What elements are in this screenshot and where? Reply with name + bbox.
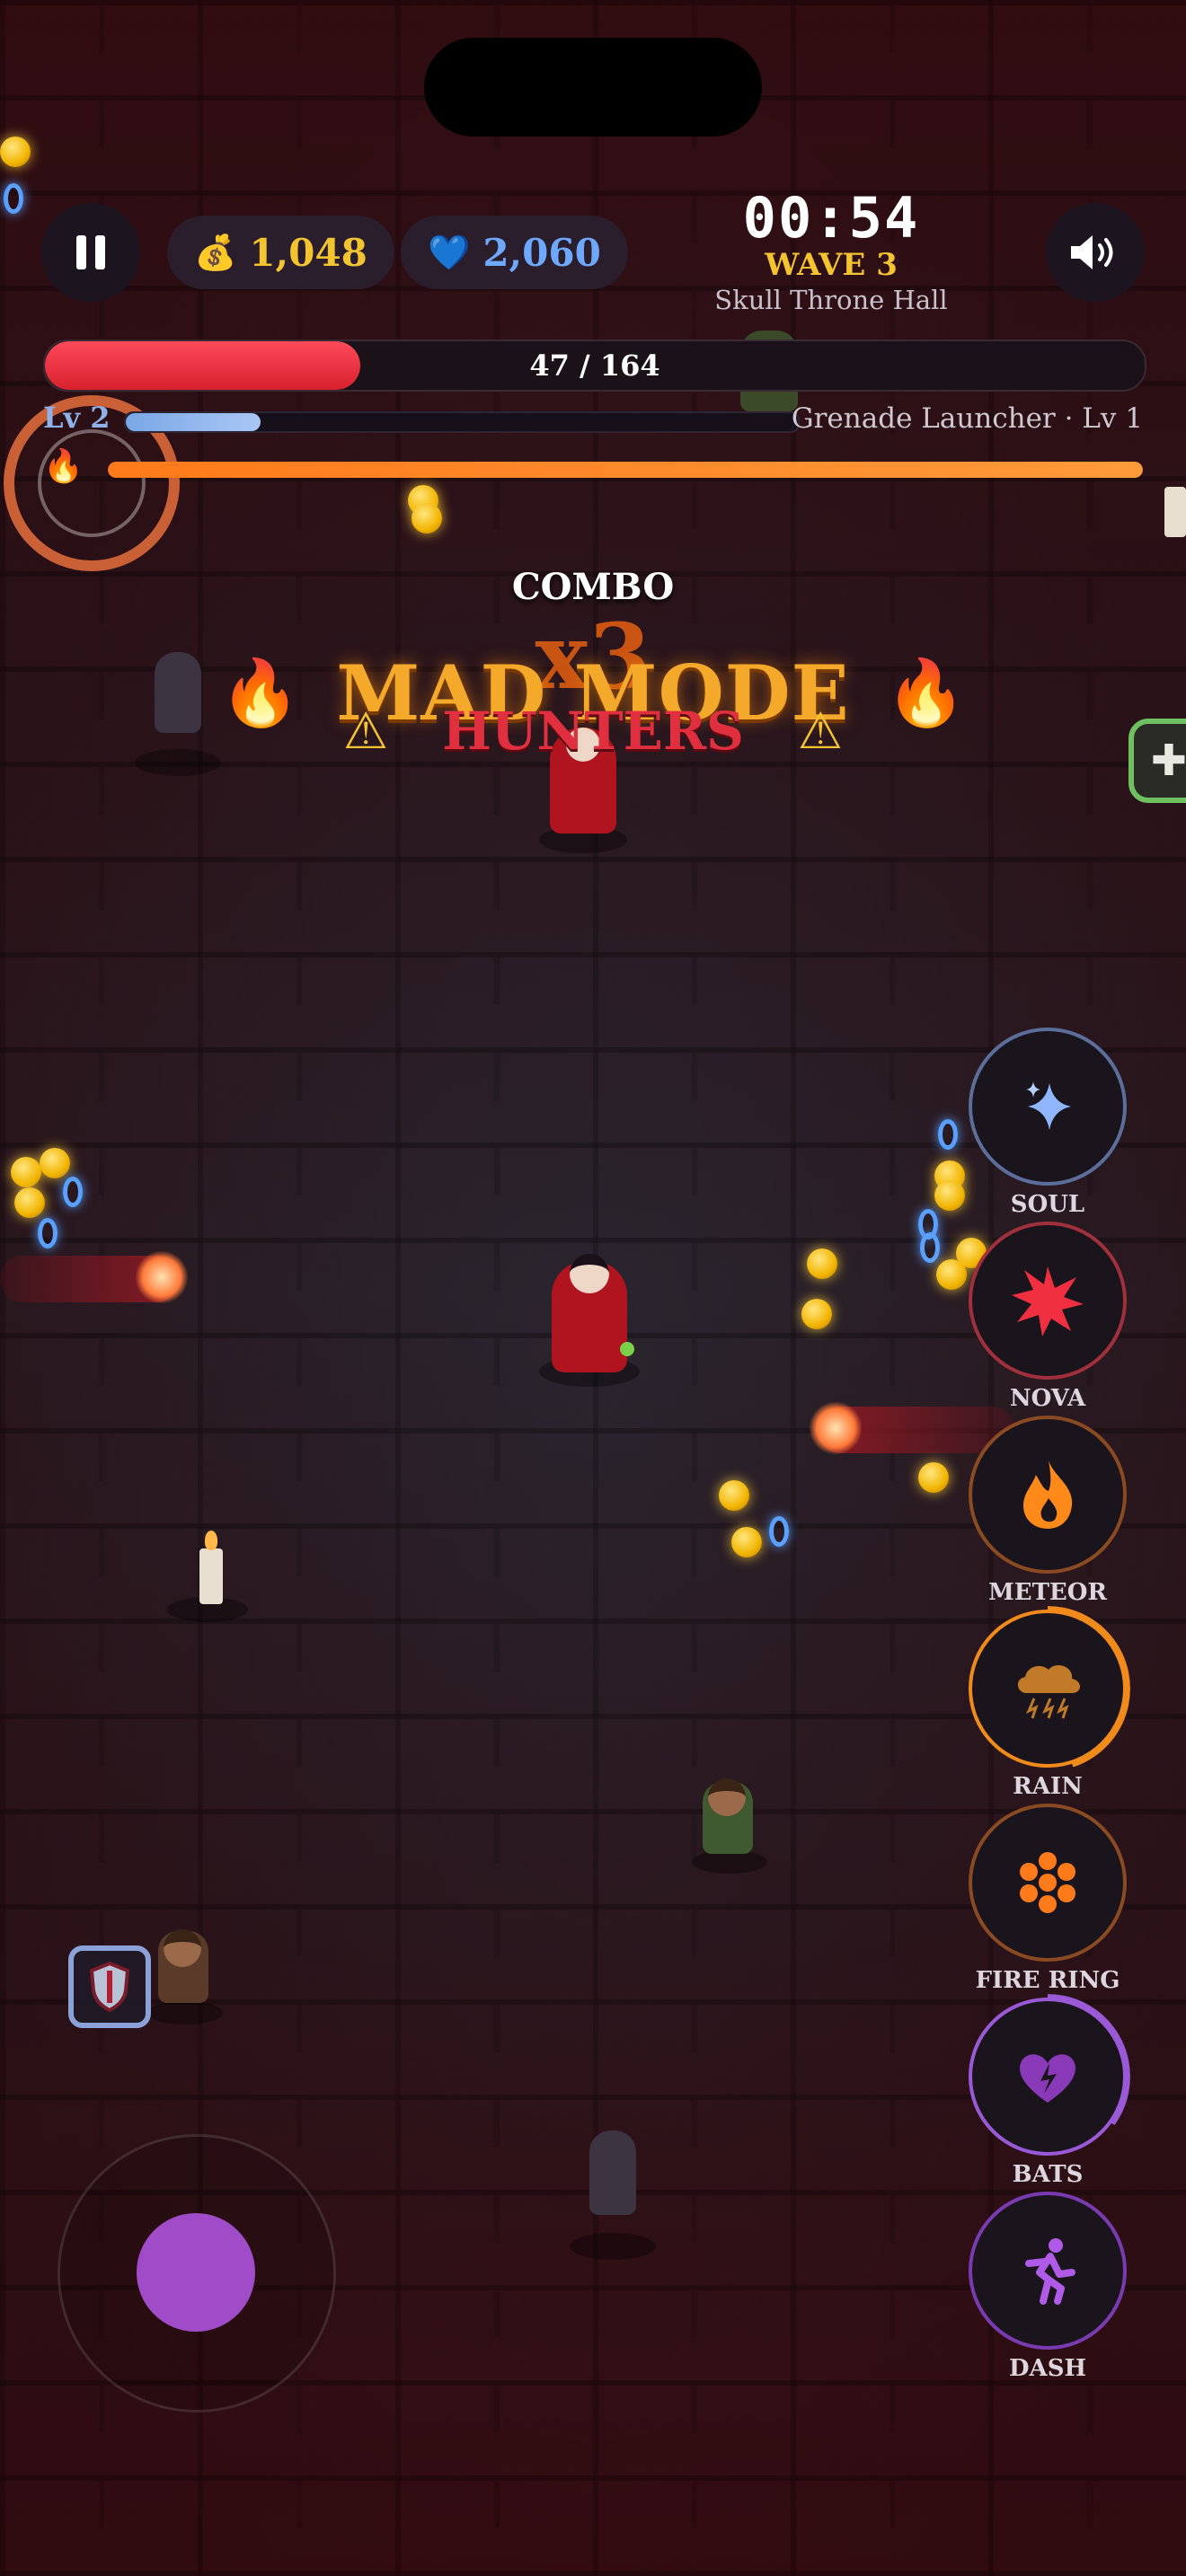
blue-heart-icon: 💙 — [428, 232, 471, 272]
combo-banner: COMBO — [0, 566, 1186, 608]
hunter-head — [708, 1778, 746, 1816]
gold-coin — [0, 137, 31, 167]
gold-coin — [14, 1187, 45, 1218]
stage-name: Skull Throne Hall — [714, 285, 948, 315]
burst-icon — [1010, 1263, 1085, 1338]
skill-button-soul[interactable] — [969, 1028, 1127, 1186]
xp-gem — [920, 1232, 940, 1263]
gold-coin — [40, 1148, 70, 1178]
candle — [1164, 487, 1186, 537]
skill-button-nova[interactable] — [969, 1222, 1127, 1380]
pause-icon — [76, 235, 105, 269]
running-icon — [1018, 2236, 1077, 2305]
fire-ring-icon — [1012, 1847, 1084, 1919]
wave-info: 00:54 WAVE 3 Skull Throne Hall — [683, 185, 979, 315]
serpent-head-glow — [809, 1401, 863, 1455]
ghost-enemy — [589, 2130, 636, 2215]
weapon-label: Grenade Launcher · Lv 1 — [791, 402, 1143, 435]
skill-label-rain: RAIN — [1013, 1773, 1083, 1800]
hunter-shadow — [147, 2001, 223, 2025]
player-head — [570, 1254, 609, 1293]
xp-bar — [124, 411, 800, 433]
ghost-shadow — [570, 2233, 656, 2260]
round-timer: 00:54 — [742, 185, 920, 251]
gold-coin — [412, 503, 442, 534]
mad-mode-meter-fill — [108, 462, 1143, 478]
hunter-head — [164, 1929, 201, 1967]
gem-amount: 2,060 — [482, 230, 601, 275]
xp-bar-fill — [126, 413, 261, 431]
skill-label-nova: NOVA — [1009, 1385, 1086, 1412]
skill-button-bats[interactable] — [965, 1994, 1130, 2159]
gold-coin — [801, 1299, 832, 1329]
shield-pickup — [68, 1945, 151, 2028]
pause-button[interactable] — [41, 203, 140, 302]
skill-cooldown-ring — [965, 1994, 1130, 2159]
money-bag-icon: 💰 — [194, 232, 237, 272]
candle-flame — [205, 1531, 217, 1550]
skill-button-meteor[interactable] — [969, 1416, 1127, 1574]
xp-gem — [4, 183, 23, 214]
gold-coin — [719, 1480, 749, 1511]
warning-icon: ⚠ — [797, 701, 844, 761]
gold-coin — [807, 1248, 837, 1279]
hunters-title: HUNTERS — [442, 701, 744, 762]
xp-gem — [38, 1218, 58, 1248]
skill-label-dash: DASH — [1008, 2355, 1087, 2382]
xp-gem — [938, 1119, 958, 1150]
gold-coin — [936, 1259, 967, 1290]
sound-button[interactable] — [1046, 203, 1145, 302]
serpent-head-glow — [135, 1250, 189, 1304]
skill-cooldown-ring — [965, 1606, 1130, 1771]
gold-coin — [11, 1157, 41, 1187]
hunters-warning: ⚠ HUNTERS ⚠ — [0, 701, 1186, 762]
skill-label-bats: BATS — [1012, 2161, 1084, 2188]
flame-icon — [1018, 1459, 1077, 1531]
candle — [199, 1548, 223, 1604]
speaker-icon — [1071, 235, 1113, 269]
xp-gem — [769, 1516, 789, 1547]
skill-label-soul: SOUL — [1010, 1191, 1085, 1218]
wave-number: WAVE 3 — [765, 247, 898, 283]
warning-icon: ⚠ — [342, 701, 389, 761]
mad-mode-meter — [108, 462, 1143, 478]
skill-button-rain[interactable] — [965, 1606, 1130, 1771]
sparkle-icon — [1015, 1074, 1080, 1139]
skill-label-meteor: METEOR — [987, 1579, 1108, 1606]
gold-coin — [918, 1462, 949, 1493]
gem-counter: 💙 2,060 — [401, 216, 628, 289]
gold-amount: 1,048 — [249, 230, 367, 275]
grenade-projectile — [620, 1342, 634, 1356]
skill-button-fire_ring[interactable] — [969, 1804, 1127, 1962]
skill-label-fire_ring: FIRE RING — [975, 1967, 1120, 1994]
device-notch — [424, 38, 762, 137]
skill-button-dash[interactable] — [969, 2192, 1127, 2350]
health-text: 47 / 164 — [529, 348, 660, 383]
shield-icon — [89, 1962, 130, 2012]
joystick-knob[interactable] — [137, 2213, 255, 2332]
fire-icon: 🔥 — [43, 448, 84, 485]
player-level: Lv 2 — [43, 401, 111, 435]
xp-gem — [63, 1177, 83, 1207]
combo-label: COMBO — [511, 566, 675, 608]
gold-counter: 💰 1,048 — [167, 216, 394, 289]
health-bar: 47 / 164 — [43, 340, 1146, 392]
gold-coin — [731, 1527, 762, 1557]
